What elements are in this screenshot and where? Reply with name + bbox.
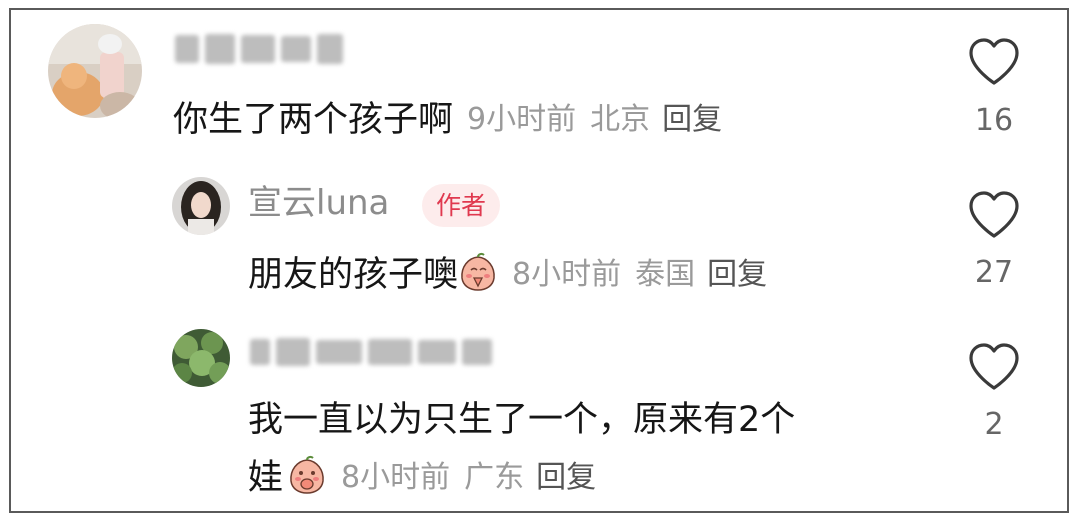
comment-meta: 8小时前 广东 回复 — [341, 460, 596, 495]
reply-button[interactable]: 回复 — [662, 102, 722, 137]
comment-meta: 9小时前 北京 回复 — [467, 102, 722, 137]
like-count: 16 — [974, 103, 1014, 138]
username-blurred[interactable] — [250, 338, 492, 366]
reply-button[interactable]: 回复 — [707, 257, 767, 292]
comment-body: 朋友的孩子噢 — [248, 255, 459, 295]
author-badge: 作者 — [422, 184, 501, 227]
comment-body: 你生了两个孩子啊 — [173, 100, 454, 140]
heart-outline-icon[interactable] — [967, 342, 1021, 392]
peach-praying-emoji — [461, 252, 495, 291]
comment-text: 你生了两个孩子啊 9小时前 北京 回复 — [173, 103, 722, 138]
heart-outline-icon[interactable] — [967, 37, 1021, 87]
comment-time: 8小时前 — [512, 257, 622, 292]
heart-outline-icon[interactable] — [967, 190, 1021, 240]
avatar[interactable] — [172, 177, 230, 235]
comment-location: 广东 — [464, 460, 525, 495]
comment-time: 8小时前 — [341, 460, 451, 495]
avatar[interactable] — [48, 24, 142, 118]
comment-meta: 8小时前 泰国 回复 — [512, 257, 767, 292]
comment-time: 9小时前 — [467, 102, 577, 137]
username[interactable]: 宣云luna — [248, 186, 389, 220]
avatar[interactable] — [172, 329, 230, 387]
reply-button[interactable]: 回复 — [536, 460, 596, 495]
comment-text: 朋友的孩子噢 8小时前 泰国 回复 — [248, 252, 767, 293]
comment-text-continued: 娃 8小时前 广东 回复 — [248, 455, 596, 496]
comment-text: 我一直以为只生了一个，原来有2个 — [248, 400, 796, 440]
comment-location: 泰国 — [635, 257, 696, 292]
comment-body: 娃 — [248, 458, 284, 498]
peach-praying-emoji — [290, 455, 324, 494]
like-count: 2 — [984, 407, 1004, 442]
like-count: 27 — [974, 255, 1014, 290]
username-blurred[interactable] — [175, 34, 343, 64]
comment-location: 北京 — [590, 102, 651, 137]
